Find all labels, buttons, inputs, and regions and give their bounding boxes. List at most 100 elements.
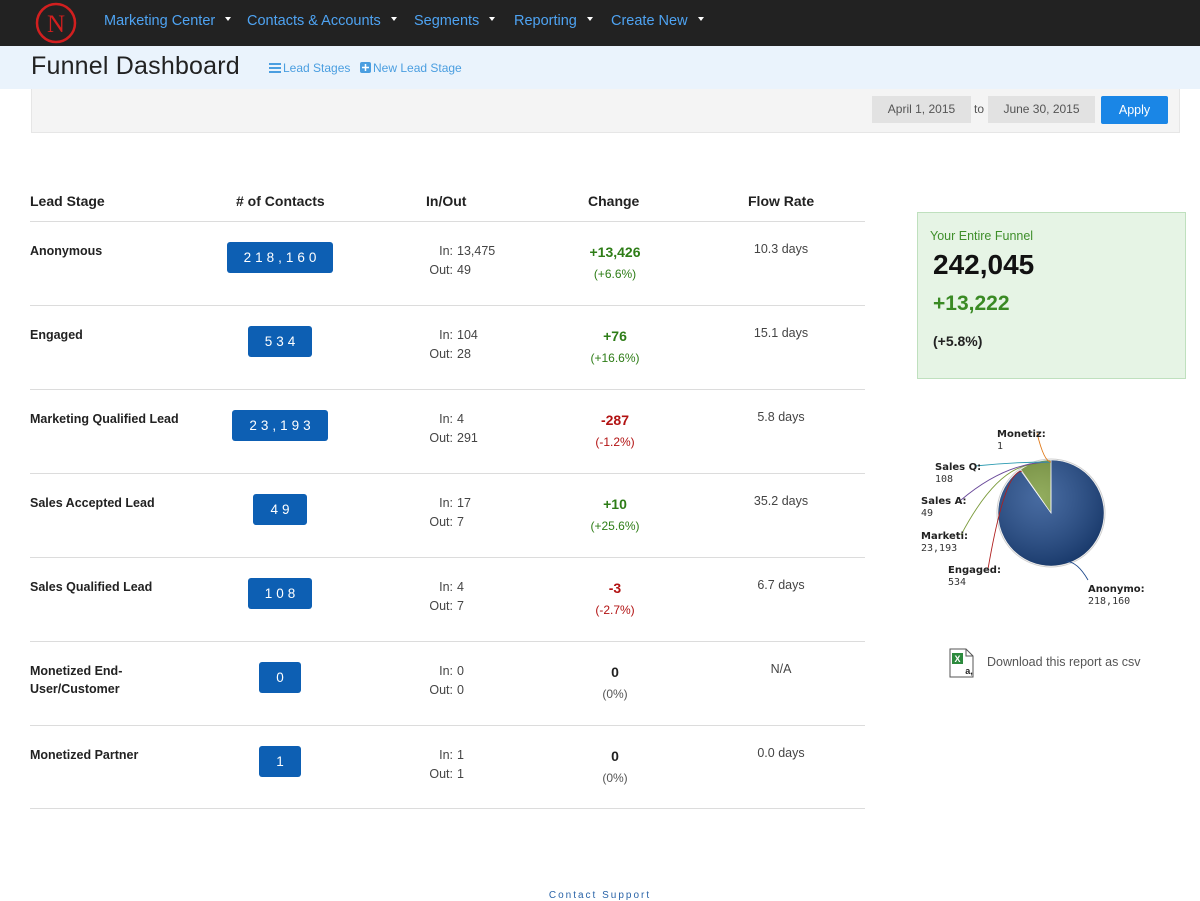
- pie-slice-value: 534: [948, 577, 966, 588]
- caret-down-icon: [587, 17, 593, 21]
- apply-button[interactable]: Apply: [1101, 96, 1168, 124]
- pie-slice-value: 23,193: [921, 543, 957, 554]
- in-value: 104: [457, 328, 478, 342]
- in-out-values: In:0Out:0: [425, 662, 464, 700]
- change-percent: (0%): [530, 682, 700, 706]
- stage-name: Sales Qualified Lead: [30, 578, 190, 596]
- out-value: 49: [457, 263, 471, 277]
- change-value: +10: [530, 494, 700, 514]
- out-value: 28: [457, 347, 471, 361]
- out-label: Out:: [425, 429, 453, 448]
- lead-stages-label: Lead Stages: [283, 61, 350, 75]
- change-percent: (+6.6%): [530, 262, 700, 286]
- in-out-values: In:4Out:7: [425, 578, 464, 616]
- contact-count-badge[interactable]: 49: [253, 494, 306, 525]
- in-out-values: In:17Out:7: [425, 494, 471, 532]
- nav-reporting[interactable]: Reporting: [514, 0, 593, 46]
- in-value: 17: [457, 496, 471, 510]
- in-out-values: In: 1 Out: 1: [425, 746, 464, 784]
- table-row: Engaged 534 In:104Out:28 +76(+16.6%) 15.…: [30, 305, 865, 389]
- contact-support-link[interactable]: Contact Support: [0, 890, 1200, 901]
- logo[interactable]: N: [35, 2, 77, 44]
- change-cell: +76(+16.6%): [530, 326, 700, 370]
- pie-slice-value: 49: [921, 508, 933, 519]
- contact-count-badge[interactable]: 534: [248, 326, 313, 357]
- stage-name: Monetized Partner: [30, 746, 190, 764]
- top-nav: N Marketing Center Contacts & Accounts S…: [0, 0, 1200, 46]
- download-label: Download this report as csv: [987, 655, 1141, 669]
- nav-label: Create New: [611, 13, 688, 29]
- pie-slice-label: Engaged:: [948, 565, 1001, 576]
- contact-count-badge[interactable]: 1: [259, 746, 301, 777]
- change-percent: (-2.7%): [530, 598, 700, 622]
- svg-text:a,: a,: [965, 666, 973, 676]
- change-cell: 0(0%): [530, 746, 700, 790]
- table-row: Sales Qualified Lead 108 In:4Out:7 -3(-2…: [30, 557, 865, 641]
- change-cell: -287(-1.2%): [530, 410, 700, 454]
- nav-create-new[interactable]: Create New: [611, 0, 704, 46]
- date-filter-bar: April 1, 2015 to June 30, 2015 Apply: [31, 89, 1180, 133]
- summary-change: +13,222: [933, 292, 1010, 316]
- change-value: 0: [530, 746, 700, 766]
- change-cell: 0(0%): [530, 662, 700, 706]
- end-date-input[interactable]: June 30, 2015: [988, 96, 1095, 123]
- in-label: In:: [425, 410, 453, 429]
- in-label: In:: [425, 242, 453, 261]
- page-title: Funnel Dashboard: [31, 52, 240, 81]
- in-label: In:: [425, 746, 453, 765]
- funnel-pie-chart: Anonymo:218,160Engaged:534Marketi:23,193…: [910, 420, 1200, 620]
- change-value: +13,426: [530, 242, 700, 262]
- change-percent: (0%): [530, 766, 700, 790]
- out-value: 1: [457, 767, 464, 781]
- table-row: Monetized End-User/Customer 0 In:0Out:0 …: [30, 641, 865, 725]
- lead-stages-link[interactable]: Lead Stages: [269, 61, 350, 75]
- stage-name: Sales Accepted Lead: [30, 494, 190, 512]
- nav-contacts-accounts[interactable]: Contacts & Accounts: [247, 0, 397, 46]
- in-value: 1: [457, 748, 464, 762]
- header-flow-rate: Flow Rate: [748, 193, 814, 209]
- flow-rate: 6.7 days: [700, 578, 862, 592]
- in-out-values: In:13,475Out:49: [425, 242, 495, 280]
- change-percent: (-1.2%): [530, 430, 700, 454]
- contact-count-badge[interactable]: 23,193: [232, 410, 327, 441]
- change-cell: +13,426(+6.6%): [530, 242, 700, 286]
- out-value: 0: [457, 683, 464, 697]
- contact-count-badge[interactable]: 0: [259, 662, 301, 693]
- nav-label: Marketing Center: [104, 13, 215, 29]
- change-value: -287: [530, 410, 700, 430]
- new-lead-stage-label: New Lead Stage: [373, 61, 462, 75]
- caret-down-icon: [225, 17, 231, 21]
- flow-rate: 35.2 days: [700, 494, 862, 508]
- change-percent: (+25.6%): [530, 514, 700, 538]
- to-label: to: [974, 102, 984, 116]
- out-value: 291: [457, 431, 478, 445]
- change-value: -3: [530, 578, 700, 598]
- out-value: 7: [457, 515, 464, 529]
- contact-count-badge[interactable]: 218,160: [227, 242, 334, 273]
- change-value: 0: [530, 662, 700, 682]
- pie-slice-value: 108: [935, 474, 953, 485]
- funnel-summary-card: Your Entire Funnel 242,045 +13,222 (+5.8…: [917, 212, 1186, 379]
- nav-marketing-center[interactable]: Marketing Center: [104, 0, 231, 46]
- caret-down-icon: [698, 17, 704, 21]
- new-lead-stage-link[interactable]: New Lead Stage: [360, 61, 462, 75]
- nav-segments[interactable]: Segments: [414, 0, 495, 46]
- summary-label: Your Entire Funnel: [930, 229, 1033, 243]
- list-icon: [269, 63, 281, 73]
- pie-slice-label: Monetiz:: [997, 429, 1046, 440]
- nav-label: Contacts & Accounts: [247, 13, 381, 29]
- contact-count-badge[interactable]: 108: [248, 578, 313, 609]
- change-cell: -3(-2.7%): [530, 578, 700, 622]
- stage-name: Engaged: [30, 326, 190, 344]
- out-label: Out:: [425, 345, 453, 364]
- out-label: Out:: [425, 765, 453, 784]
- in-value: 4: [457, 412, 464, 426]
- start-date-input[interactable]: April 1, 2015: [872, 96, 971, 123]
- caret-down-icon: [391, 17, 397, 21]
- out-label: Out:: [425, 261, 453, 280]
- pie-slice-label: Sales Q:: [935, 462, 981, 473]
- table-row: Marketing Qualified Lead 23,193 In:4Out:…: [30, 389, 865, 473]
- flow-rate: N/A: [700, 662, 862, 676]
- excel-file-icon: X a,: [948, 648, 980, 678]
- change-cell: +10(+25.6%): [530, 494, 700, 538]
